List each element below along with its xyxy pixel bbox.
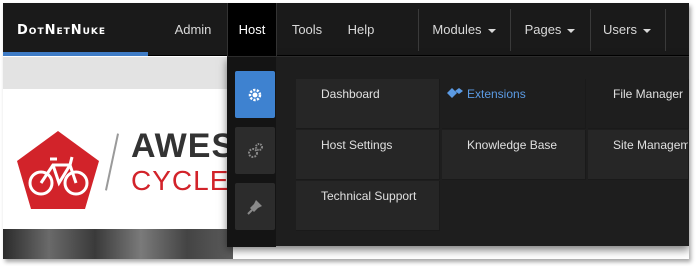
logo-underline (3, 52, 148, 56)
caret-down-icon (487, 28, 496, 33)
nav-separator (665, 9, 666, 51)
host-mega-menu: Dashboard Extensions File Manager Host S… (227, 56, 689, 247)
pin-icon-button[interactable] (235, 183, 275, 230)
menu-item-extensions[interactable]: Extensions (442, 79, 586, 129)
nav-tools[interactable]: Tools (281, 3, 333, 56)
gears-icon (248, 142, 263, 158)
brand-divider (104, 133, 120, 191)
gear-icon-button[interactable] (235, 71, 275, 118)
menu-item-dashboard[interactable]: Dashboard (296, 79, 440, 129)
nav-users[interactable]: Users (591, 3, 663, 56)
nav-users-label: Users (603, 22, 637, 37)
nav-admin[interactable]: Admin (165, 3, 221, 56)
nav-modules[interactable]: Modules (419, 3, 509, 56)
caret-down-icon (642, 28, 651, 33)
gear-icon (248, 88, 262, 101)
mega-menu-items: Dashboard Extensions File Manager Host S… (296, 79, 689, 233)
brand-name-line1: AWES (131, 127, 236, 165)
menu-item-file-manager[interactable]: File Manager (588, 79, 689, 129)
menu-item-extensions-label: Extensions (467, 87, 526, 101)
nav-modules-label: Modules (432, 22, 482, 37)
menu-item-host-settings[interactable]: Host Settings (296, 130, 440, 180)
hero-photo (3, 229, 233, 259)
nav-pages-label: Pages (524, 22, 562, 37)
menu-item-site-management[interactable]: Site Managem (588, 130, 689, 180)
nav-pages[interactable]: Pages (511, 3, 589, 56)
pin-icon (247, 199, 262, 215)
menu-item-technical-support[interactable]: Technical Support (296, 181, 440, 231)
extensions-icon (447, 88, 463, 98)
mega-menu-sidebar (227, 57, 276, 247)
caret-down-icon (567, 28, 576, 33)
control-bar: DotNetNuke Admin Host Tools Help Modules… (3, 3, 689, 56)
dnn-logo[interactable]: DotNetNuke (17, 23, 106, 38)
bicycle-logo-icon (17, 131, 99, 209)
site-brand: AWES CYCLES (3, 89, 248, 229)
nav-help[interactable]: Help (337, 3, 385, 56)
gears-icon-button[interactable] (235, 127, 275, 174)
screenshot-frame: DotNetNuke Admin Host Tools Help Modules… (3, 3, 689, 259)
nav-host[interactable]: Host (227, 3, 277, 56)
menu-item-knowledge-base[interactable]: Knowledge Base (442, 130, 586, 180)
